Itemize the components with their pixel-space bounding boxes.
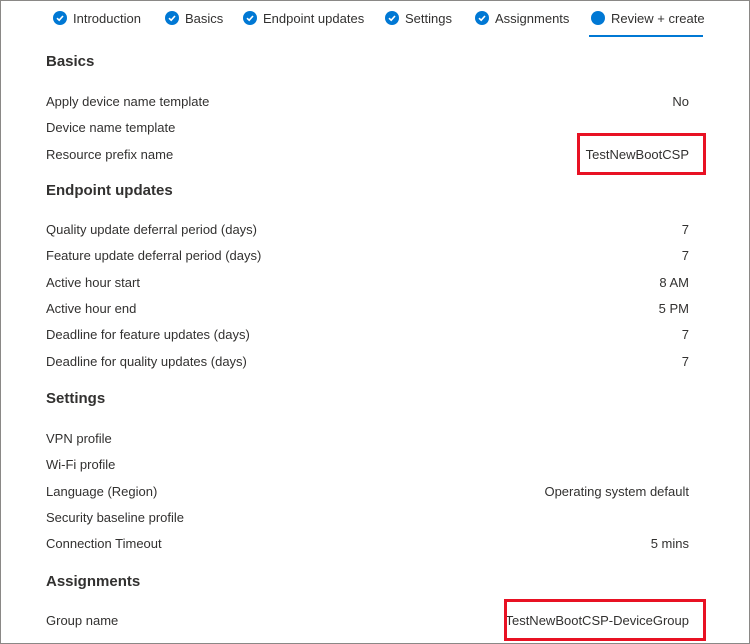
row-value: 7 bbox=[681, 327, 689, 342]
row-label: Quality update deferral period (days) bbox=[46, 222, 258, 237]
row-label: Connection Timeout bbox=[46, 536, 162, 551]
row-label: Group name bbox=[46, 613, 119, 628]
dot-icon bbox=[591, 11, 605, 25]
row-label: Deadline for quality updates (days) bbox=[46, 354, 247, 369]
section-title-assignments: Assignments bbox=[46, 573, 141, 590]
row-label: Language (Region) bbox=[46, 484, 158, 499]
tab-label: Settings bbox=[405, 10, 452, 26]
highlight-box bbox=[504, 599, 706, 641]
review-create-panel: Introduction Basics Endpoint updates Set… bbox=[0, 0, 750, 644]
row-value: 8 AM bbox=[659, 275, 689, 290]
tab-review-create[interactable]: Review + create bbox=[591, 9, 705, 27]
row-label: Active hour end bbox=[46, 301, 137, 316]
row-value: Operating system default bbox=[544, 484, 689, 499]
row-label: Feature update deferral period (days) bbox=[46, 248, 262, 263]
tab-basics[interactable]: Basics bbox=[165, 9, 223, 27]
checkmark-icon bbox=[53, 11, 67, 25]
checkmark-icon bbox=[475, 11, 489, 25]
tab-label: Review + create bbox=[611, 10, 705, 26]
row-value: 5 mins bbox=[650, 536, 689, 551]
row-value: 7 bbox=[681, 248, 689, 263]
tab-label: Introduction bbox=[73, 10, 141, 26]
section-title-settings: Settings bbox=[46, 390, 106, 407]
checkmark-icon bbox=[243, 11, 257, 25]
tab-assignments[interactable]: Assignments bbox=[475, 9, 569, 27]
tab-label: Basics bbox=[185, 10, 224, 26]
section-title-endpoint-updates: Endpoint updates bbox=[46, 182, 173, 199]
row-label: Security baseline profile bbox=[46, 510, 185, 525]
row-label: Wi-Fi profile bbox=[46, 457, 116, 472]
active-tab-indicator bbox=[589, 35, 703, 37]
row-label: Device name template bbox=[46, 120, 176, 135]
tab-endpoint-updates[interactable]: Endpoint updates bbox=[243, 9, 364, 27]
row-value: No bbox=[672, 94, 689, 109]
row-label: Resource prefix name bbox=[46, 147, 174, 162]
checkmark-icon bbox=[165, 11, 179, 25]
tab-introduction[interactable]: Introduction bbox=[53, 9, 141, 27]
row-value: 5 PM bbox=[658, 301, 689, 316]
row-label: Deadline for feature updates (days) bbox=[46, 327, 250, 342]
highlight-box bbox=[577, 133, 706, 175]
section-title-basics: Basics bbox=[46, 53, 95, 70]
row-value: 7 bbox=[681, 222, 689, 237]
row-label: Apply device name template bbox=[46, 94, 210, 109]
row-label: Active hour start bbox=[46, 275, 140, 290]
row-label: VPN profile bbox=[46, 431, 112, 446]
row-value: 7 bbox=[681, 354, 689, 369]
checkmark-icon bbox=[385, 11, 399, 25]
tab-label: Assignments bbox=[495, 10, 570, 26]
tab-label: Endpoint updates bbox=[263, 10, 365, 26]
tab-settings[interactable]: Settings bbox=[385, 9, 452, 27]
